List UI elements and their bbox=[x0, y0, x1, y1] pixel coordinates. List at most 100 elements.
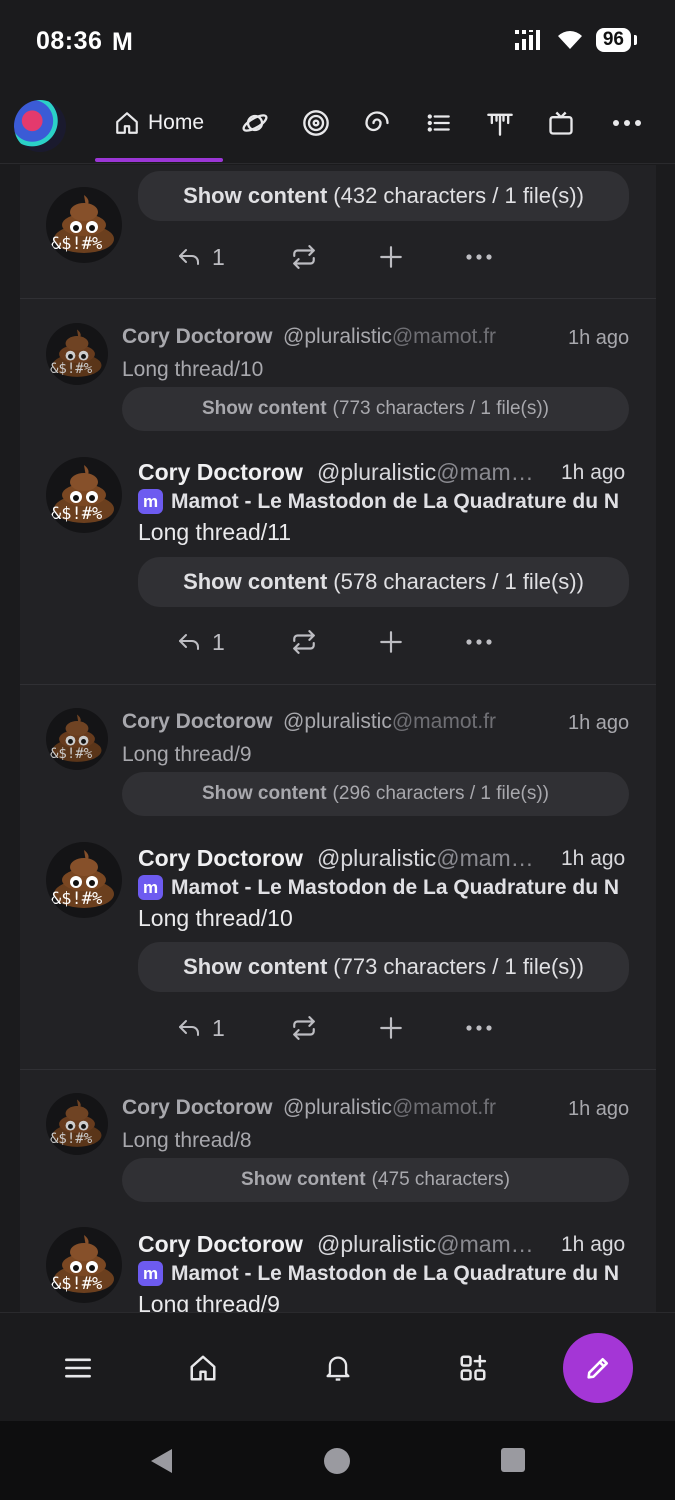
show-content-button[interactable]: Show content (475 characters) bbox=[122, 1158, 629, 1202]
home-icon bbox=[116, 112, 138, 134]
back-icon[interactable] bbox=[148, 1447, 176, 1475]
more-icon[interactable] bbox=[612, 108, 642, 138]
reply-icon bbox=[179, 249, 199, 265]
account-avatar[interactable] bbox=[14, 100, 66, 152]
avatar-symbols: &$!#% bbox=[50, 361, 93, 377]
avatar[interactable]: &$!#% bbox=[46, 708, 108, 770]
apps-add-icon[interactable] bbox=[456, 1351, 490, 1385]
author-handle[interactable]: @pluralistic@mamot.fr bbox=[283, 1096, 496, 1120]
show-content-label: Show content bbox=[241, 1169, 366, 1190]
post-text: Long thread/9 bbox=[138, 1291, 280, 1312]
reply-button[interactable]: 1 bbox=[176, 1010, 225, 1046]
add-reaction-button[interactable] bbox=[378, 624, 404, 660]
boost-button[interactable] bbox=[290, 239, 318, 275]
show-content-detail: (432 characters / 1 file(s)) bbox=[333, 183, 584, 208]
post-more-button[interactable] bbox=[466, 1010, 492, 1046]
list-icon[interactable] bbox=[424, 108, 454, 138]
post-actions: 1 bbox=[176, 624, 506, 660]
planet-icon[interactable] bbox=[240, 108, 270, 138]
add-reaction-button[interactable] bbox=[378, 1010, 404, 1046]
menu-icon[interactable] bbox=[61, 1351, 95, 1385]
avatar-symbols: &$!#% bbox=[50, 746, 93, 762]
author-name[interactable]: Cory Doctorow bbox=[138, 1231, 303, 1258]
avatar[interactable]: &$!#% bbox=[46, 842, 122, 918]
author-handle[interactable]: @pluralistic@mamot.fr bbox=[283, 325, 496, 349]
post-text: Long thread/9 bbox=[122, 743, 252, 766]
post-more-button[interactable] bbox=[466, 624, 492, 660]
instance-name: Mamot - Le Mastodon de La Quadrature du … bbox=[171, 1261, 620, 1285]
handle-domain: @mam… bbox=[436, 1231, 534, 1257]
instance-name: Mamot - Le Mastodon de La Quadrature du … bbox=[171, 489, 620, 513]
system-navigation bbox=[0, 1421, 675, 1500]
battery-indicator: 96 bbox=[595, 28, 638, 52]
show-content-button[interactable]: Show content (773 characters / 1 file(s)) bbox=[122, 387, 629, 431]
mastodon-icon: m bbox=[138, 489, 163, 514]
handle-domain: @mamot.fr bbox=[391, 1096, 497, 1119]
avatar[interactable]: &$!#% bbox=[46, 187, 122, 263]
author-name[interactable]: Cory Doctorow bbox=[122, 710, 273, 734]
tab-home[interactable]: Home bbox=[96, 82, 222, 164]
handle-user: @pluralistic bbox=[283, 710, 392, 733]
wifi-icon bbox=[557, 31, 582, 49]
show-content-detail: (773 characters / 1 file(s)) bbox=[333, 954, 584, 979]
author-handle[interactable]: @pluralistic@mam… bbox=[317, 459, 547, 486]
author-handle[interactable]: @pluralistic@mamot.fr bbox=[283, 710, 496, 734]
handle-user: @pluralistic bbox=[317, 845, 437, 871]
handle-domain: @mam… bbox=[436, 459, 534, 485]
mastodon-icon: m bbox=[138, 1261, 163, 1286]
author-name[interactable]: Cory Doctorow bbox=[122, 325, 273, 349]
post-divider bbox=[20, 684, 656, 685]
add-reaction-button[interactable] bbox=[378, 239, 404, 275]
reply-count: 1 bbox=[212, 1014, 225, 1041]
author-name[interactable]: Cory Doctorow bbox=[138, 845, 303, 872]
post-more-button[interactable] bbox=[466, 239, 492, 275]
more-horizontal-icon bbox=[466, 1025, 492, 1031]
avatar[interactable]: &$!#% bbox=[46, 1093, 108, 1155]
post-time: 1h ago bbox=[568, 1098, 630, 1120]
antenna-icon[interactable] bbox=[485, 108, 515, 138]
timeline-feed[interactable]: &$!#% Show content (432 characters / 1 fi… bbox=[20, 165, 656, 1312]
reply-icon bbox=[179, 634, 199, 650]
avatar-symbols: &$!#% bbox=[51, 1274, 103, 1294]
show-content-label: Show content bbox=[201, 783, 327, 804]
spiral-icon[interactable] bbox=[362, 108, 392, 138]
status-icons: 96 bbox=[514, 28, 638, 52]
signal-icon bbox=[514, 30, 540, 50]
handle-user: @pluralistic bbox=[283, 325, 392, 348]
avatar[interactable]: &$!#% bbox=[46, 1227, 122, 1303]
instance-label: m Mamot - Le Mastodon de La Quadrature du… bbox=[138, 875, 628, 900]
avatar[interactable]: &$!#% bbox=[46, 457, 122, 533]
handle-domain: @mamot.fr bbox=[391, 710, 497, 733]
plus-icon bbox=[380, 246, 402, 268]
reply-count: 1 bbox=[212, 628, 225, 655]
avatar[interactable]: &$!#% bbox=[46, 323, 108, 385]
boost-button[interactable] bbox=[290, 1010, 318, 1046]
home-icon[interactable] bbox=[186, 1351, 220, 1385]
recents-icon[interactable] bbox=[500, 1447, 526, 1473]
top-navigation: Home bbox=[0, 82, 675, 164]
show-content-button[interactable]: Show content (296 characters / 1 file(s)) bbox=[122, 772, 629, 816]
post-actions: 1 bbox=[176, 239, 506, 275]
show-content-button[interactable]: Show content (773 characters / 1 file(s)) bbox=[138, 942, 629, 992]
author-handle[interactable]: @pluralistic@mam… bbox=[317, 1231, 547, 1258]
more-horizontal-icon bbox=[466, 639, 492, 645]
boost-button[interactable] bbox=[290, 624, 318, 660]
author-handle[interactable]: @pluralistic@mam… bbox=[317, 845, 547, 872]
handle-user: @pluralistic bbox=[317, 1231, 437, 1257]
home-button-icon[interactable] bbox=[323, 1447, 351, 1475]
reply-button[interactable]: 1 bbox=[176, 239, 225, 275]
handle-user: @pluralistic bbox=[317, 459, 437, 485]
show-content-button[interactable]: Show content (578 characters / 1 file(s)) bbox=[138, 557, 629, 607]
tab-home-label: Home bbox=[148, 111, 205, 134]
bell-icon[interactable] bbox=[321, 1351, 355, 1385]
show-content-button[interactable]: Show content (432 characters / 1 file(s)) bbox=[138, 171, 629, 221]
author-name[interactable]: Cory Doctorow bbox=[122, 1096, 273, 1120]
author-name[interactable]: Cory Doctorow bbox=[138, 459, 303, 486]
post-divider bbox=[20, 298, 656, 299]
bottom-navigation bbox=[0, 1312, 675, 1421]
post-time: 1h ago bbox=[561, 461, 626, 484]
reply-button[interactable]: 1 bbox=[176, 624, 225, 660]
compose-button[interactable] bbox=[563, 1333, 633, 1403]
target-icon[interactable] bbox=[301, 108, 331, 138]
tv-icon[interactable] bbox=[546, 108, 576, 138]
